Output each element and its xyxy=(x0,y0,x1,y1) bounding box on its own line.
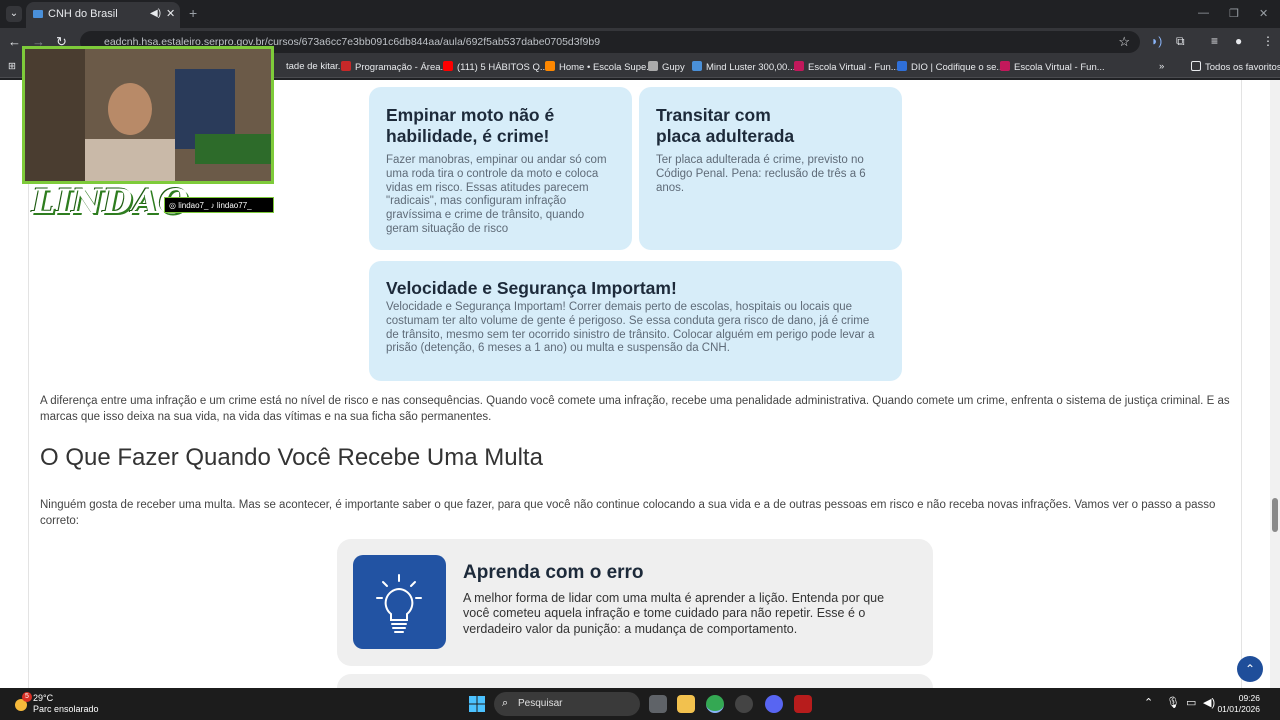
card-title: Transitar com placa adulterada xyxy=(656,105,795,146)
webcam-feed xyxy=(22,46,274,184)
step-title: Aprenda com o erro xyxy=(463,562,644,583)
tab-close-icon[interactable]: ✕ xyxy=(166,7,175,20)
obs-icon[interactable] xyxy=(735,695,753,713)
microphone-icon[interactable]: 🎙 xyxy=(1166,696,1180,709)
taskbar-search[interactable]: ⌕ Pesquisar xyxy=(494,692,640,716)
volume-icon[interactable]: ◀) xyxy=(1203,696,1215,709)
social-handles: ◎ lindao7_ ♪ lindao77_ xyxy=(164,197,274,213)
lightbulb-icon xyxy=(376,574,422,633)
section-heading: O Que Fazer Quando Você Recebe Uma Multa xyxy=(40,444,543,471)
clock[interactable]: 09:26 01/01/2026 xyxy=(1217,693,1260,715)
next-step-card xyxy=(337,674,933,688)
new-tab-button[interactable]: + xyxy=(189,5,197,21)
network-icon[interactable]: ▭ xyxy=(1186,696,1196,709)
step-tile xyxy=(353,555,446,649)
step-text: A melhor forma de lidar com uma multa é … xyxy=(463,591,885,636)
card-text: Ter placa adulterada é crime, previsto n… xyxy=(656,154,866,194)
all-bookmarks-folder[interactable]: Todos os favoritos xyxy=(1191,61,1280,73)
tab-search-button[interactable]: ⌄ xyxy=(6,6,22,22)
weather-temp: 29°C xyxy=(33,693,54,703)
webcam-image xyxy=(25,49,271,181)
menu-kebab-icon[interactable]: ⋮ xyxy=(1262,34,1274,48)
card-text: Fazer manobras, empinar ou andar só com … xyxy=(386,154,607,235)
search-icon: ⌕ xyxy=(502,697,509,709)
discord-icon[interactable] xyxy=(765,695,783,713)
tab-title: CNH do Brasil xyxy=(48,8,118,20)
weather-badge: 5 xyxy=(22,692,32,702)
bookmark-item[interactable]: Escola Virtual - Fun... xyxy=(1000,61,1105,73)
scroll-to-top-button[interactable]: ⌃ xyxy=(1237,656,1263,682)
search-label: Pesquisar xyxy=(518,698,563,709)
tray-chevron-icon[interactable]: ⌃ xyxy=(1144,696,1153,709)
read-aloud-icon[interactable]: ◗) xyxy=(1151,34,1162,48)
extensions-icon[interactable]: ⧉ xyxy=(1176,34,1185,49)
webcam-overlay: LINDAO ◎ lindao7_ ♪ lindao77_ xyxy=(14,46,276,230)
media-icon[interactable]: ≡ xyxy=(1211,34,1218,48)
weather-widget[interactable]: 5 29°C Parc ensolarado xyxy=(12,688,102,720)
app-shield-icon[interactable] xyxy=(794,695,812,713)
weather-desc: Parc ensolarado xyxy=(33,704,99,714)
card-text: Velocidade e Segurança Importam! Correr … xyxy=(386,301,875,355)
task-view-icon[interactable] xyxy=(649,695,667,713)
info-card-plate: Transitar com placa adulterada Ter placa… xyxy=(639,87,902,250)
info-card-speed: Velocidade e Segurança Importam! Velocid… xyxy=(369,261,902,381)
active-tab[interactable]: CNH do Brasil ◀) ✕ xyxy=(26,2,180,28)
minimize-icon[interactable]: — xyxy=(1198,7,1209,19)
page-scrollbar[interactable] xyxy=(1270,80,1280,688)
step-card: Aprenda com o erro A melhor forma de lid… xyxy=(337,539,933,666)
bookmark-item[interactable]: Gupy xyxy=(648,61,685,73)
clock-date: 01/01/2026 xyxy=(1217,704,1260,714)
more-bookmarks-icon[interactable]: » xyxy=(1159,61,1164,72)
bookmark-item[interactable]: (111) 5 HÁBITOS Q... xyxy=(443,61,548,73)
info-card-wheelie: Empinar moto não é habilidade, é crime! … xyxy=(369,87,632,250)
card-title: Velocidade e Segurança Importam! xyxy=(386,278,677,298)
bookmark-star-icon[interactable]: ☆ xyxy=(1118,34,1130,50)
paragraph-difference: A diferença entre uma infração e um crim… xyxy=(40,395,1230,423)
bookmark-item[interactable]: Programação - Área... xyxy=(341,61,448,73)
profile-avatar-icon[interactable]: ● xyxy=(1235,34,1242,48)
browser-tab-strip: ⌄ CNH do Brasil ◀) ✕ + — ❐ ✕ xyxy=(0,0,1280,28)
card-title: Empinar moto não é habilidade, é crime! xyxy=(386,105,555,146)
tab-audio-icon[interactable]: ◀) xyxy=(150,8,161,19)
chrome-icon[interactable] xyxy=(706,695,724,713)
clock-time: 09:26 xyxy=(1238,693,1260,703)
cnh-favicon-icon xyxy=(33,10,43,18)
maximize-icon[interactable]: ❐ xyxy=(1229,7,1239,20)
bookmark-item[interactable]: Home • Escola Supe... xyxy=(545,61,654,73)
scrollbar-thumb[interactable] xyxy=(1272,498,1278,532)
bookmark-item[interactable]: Escola Virtual - Fun... xyxy=(794,61,899,73)
close-window-icon[interactable]: ✕ xyxy=(1259,7,1268,20)
bookmark-item[interactable]: Mind Luster 300,00... xyxy=(692,61,795,73)
windows-taskbar: 5 29°C Parc ensolarado ⌕ Pesquisar ⌃ 🎙 ▭… xyxy=(0,688,1280,720)
windows-start-icon[interactable] xyxy=(469,696,485,712)
paragraph-intro: Ninguém gosta de receber uma multa. Mas … xyxy=(40,499,1216,527)
file-explorer-icon[interactable] xyxy=(677,695,695,713)
bookmark-item[interactable]: tade de kitar... xyxy=(286,61,346,72)
bookmark-item[interactable]: DIO | Codifique o se... xyxy=(897,61,1004,73)
